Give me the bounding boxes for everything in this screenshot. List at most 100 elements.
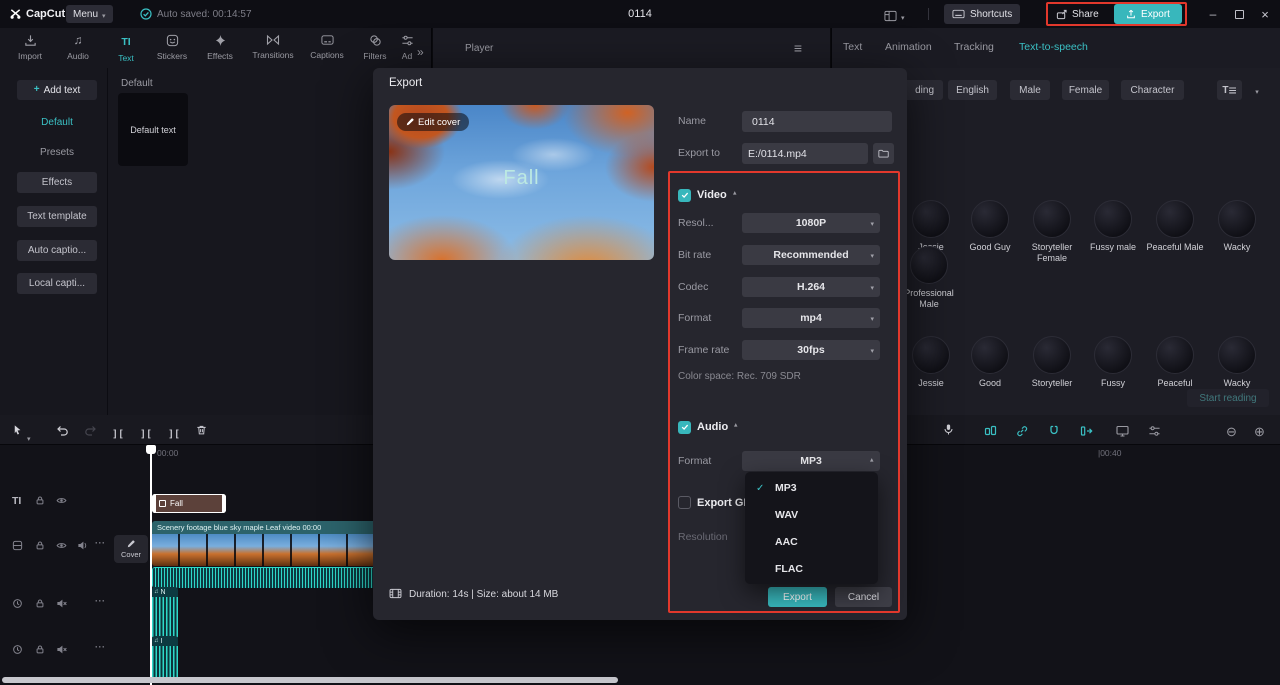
menu-option-flac[interactable]: FLAC [745, 555, 878, 582]
edit-cover-button[interactable]: Edit cover [397, 113, 470, 131]
text-style-button[interactable]: T [1217, 80, 1242, 100]
audio-format-dropdown[interactable]: MP3 [742, 451, 880, 471]
layout-switcher[interactable] [884, 7, 905, 25]
framerate-dropdown[interactable]: 30fps [742, 340, 880, 360]
clip-handle-right[interactable] [222, 494, 226, 513]
video-clip[interactable]: Scenery footage blue sky maple Leaf vide… [152, 521, 376, 566]
split-clip-icon[interactable] [112, 424, 124, 442]
zoom-in-icon[interactable] [1254, 423, 1265, 441]
select-tool-icon[interactable] [12, 424, 23, 436]
minimize-button[interactable] [1200, 0, 1226, 28]
export-path-input[interactable]: E:/0114.mp4 [742, 143, 868, 164]
close-button[interactable] [1252, 0, 1278, 28]
delete-icon[interactable] [196, 424, 207, 436]
preview-quality-icon[interactable] [1116, 425, 1129, 437]
clip-handle-left[interactable] [152, 494, 156, 513]
voice-card-jessie-2[interactable]: Jessie [902, 336, 960, 389]
trim-right-icon[interactable] [168, 424, 180, 442]
toolbar-item-import[interactable]: Import [7, 34, 53, 61]
sidebar-item-default[interactable]: Default [17, 112, 97, 133]
lock-icon[interactable] [35, 540, 45, 551]
bitrate-dropdown[interactable]: Recommended [742, 245, 880, 265]
zoom-out-icon[interactable] [1226, 423, 1237, 441]
sidebar-item-text-template[interactable]: Text template [17, 206, 97, 227]
export-button[interactable]: Export [1114, 4, 1182, 24]
voice-card-fussy-2[interactable]: Fussy [1084, 336, 1142, 389]
magnet-icon[interactable] [1048, 425, 1060, 437]
overlap-mode-icon[interactable] [984, 425, 997, 437]
voice-card-fussy-male[interactable]: Fussy male [1084, 200, 1142, 253]
toolbar-item-text[interactable]: Text [103, 34, 149, 63]
more-options-icon[interactable] [95, 642, 106, 652]
menu-option-wav[interactable]: WAV [745, 501, 878, 528]
add-text-button[interactable]: Add text [17, 80, 97, 100]
gif-checkbox[interactable] [678, 496, 691, 509]
toolbar-overflow-icon[interactable] [417, 43, 424, 61]
audio-checkbox[interactable] [678, 420, 691, 434]
maximize-button[interactable] [1226, 0, 1252, 28]
mute-icon[interactable] [56, 598, 67, 609]
audio-section-header[interactable]: Audio [678, 418, 738, 436]
more-options-icon[interactable] [95, 538, 106, 548]
voice-card-good-guy[interactable]: Good Guy [961, 200, 1019, 253]
tag-female[interactable]: Female [1062, 80, 1109, 100]
tab-text[interactable]: Text [843, 41, 862, 53]
menu-button[interactable]: Menu [66, 5, 113, 23]
voice-card-wacky[interactable]: Wacky [1208, 200, 1266, 253]
tab-text-to-speech[interactable]: Text-to-speech [1019, 41, 1088, 53]
sidebar-item-effects[interactable]: Effects [17, 172, 97, 193]
share-button[interactable]: Share [1056, 4, 1099, 24]
cover-button[interactable]: Cover [114, 535, 148, 563]
toolbar-item-stickers[interactable]: Stickers [149, 34, 195, 61]
name-input[interactable]: 0114 [742, 111, 892, 132]
default-text-card[interactable]: Default text [118, 93, 188, 166]
toolbar-item-effects[interactable]: Effects [197, 34, 243, 61]
tab-tracking[interactable]: Tracking [954, 41, 994, 53]
menu-option-mp3[interactable]: MP3 [745, 474, 878, 501]
lock-icon[interactable] [35, 495, 45, 506]
eye-icon[interactable] [56, 540, 67, 551]
undo-icon[interactable] [56, 425, 69, 436]
lock-icon[interactable] [35, 644, 45, 655]
tag-male[interactable]: Male [1010, 80, 1050, 100]
toolbar-item-transitions[interactable]: Transitions [246, 34, 300, 60]
sidebar-item-local-captions[interactable]: Local capti... [17, 273, 97, 294]
voice-card-wacky-2[interactable]: Wacky [1208, 336, 1266, 389]
toolbar-item-captions[interactable]: Captions [304, 34, 350, 60]
video-audio-waveform[interactable] [152, 567, 376, 588]
voice-card-good-2[interactable]: Good [961, 336, 1019, 389]
resolution-dropdown[interactable]: 1080P [742, 213, 880, 233]
voice-card-peaceful-male[interactable]: Peaceful Male [1146, 200, 1204, 253]
trim-left-icon[interactable] [140, 424, 152, 442]
link-clips-icon[interactable] [1016, 425, 1028, 437]
tag-character[interactable]: Character [1121, 80, 1184, 100]
audio-clip-2[interactable]: I [152, 636, 178, 683]
export-gif-row[interactable]: Export GIF [678, 496, 753, 509]
format-dropdown[interactable]: mp4 [742, 308, 880, 328]
shortcuts-button[interactable]: Shortcuts [944, 4, 1021, 24]
player-menu-icon[interactable] [794, 40, 802, 58]
tab-animation[interactable]: Animation [885, 41, 932, 53]
browse-folder-button[interactable] [873, 143, 894, 164]
lock-icon[interactable] [35, 598, 45, 609]
sidebar-item-presets[interactable]: Presets [17, 142, 97, 163]
toolbar-item-audio[interactable]: Audio [55, 34, 101, 61]
tag-expand-button[interactable] [1247, 80, 1267, 100]
select-tool-chevron-icon[interactable] [27, 428, 31, 446]
ripple-edit-icon[interactable] [1080, 425, 1093, 437]
video-section-header[interactable]: Video [678, 186, 736, 204]
tag-english[interactable]: English [948, 80, 997, 100]
record-voiceover-icon[interactable] [943, 423, 954, 436]
adjust-view-icon[interactable] [1148, 425, 1161, 437]
voice-card-professional-male[interactable]: Professional Male [900, 246, 958, 310]
more-options-icon[interactable] [95, 596, 106, 606]
text-clip[interactable]: Fall [152, 494, 226, 513]
timeline-scrollbar[interactable] [2, 677, 618, 683]
redo-icon[interactable] [84, 425, 97, 436]
voice-card-storyteller-female[interactable]: Storyteller Female [1023, 200, 1081, 264]
dialog-export-button[interactable]: Export [768, 587, 827, 607]
codec-dropdown[interactable]: H.264 [742, 277, 880, 297]
eye-icon[interactable] [56, 495, 67, 506]
dialog-cancel-button[interactable]: Cancel [835, 587, 892, 607]
speaker-icon[interactable] [77, 540, 88, 551]
